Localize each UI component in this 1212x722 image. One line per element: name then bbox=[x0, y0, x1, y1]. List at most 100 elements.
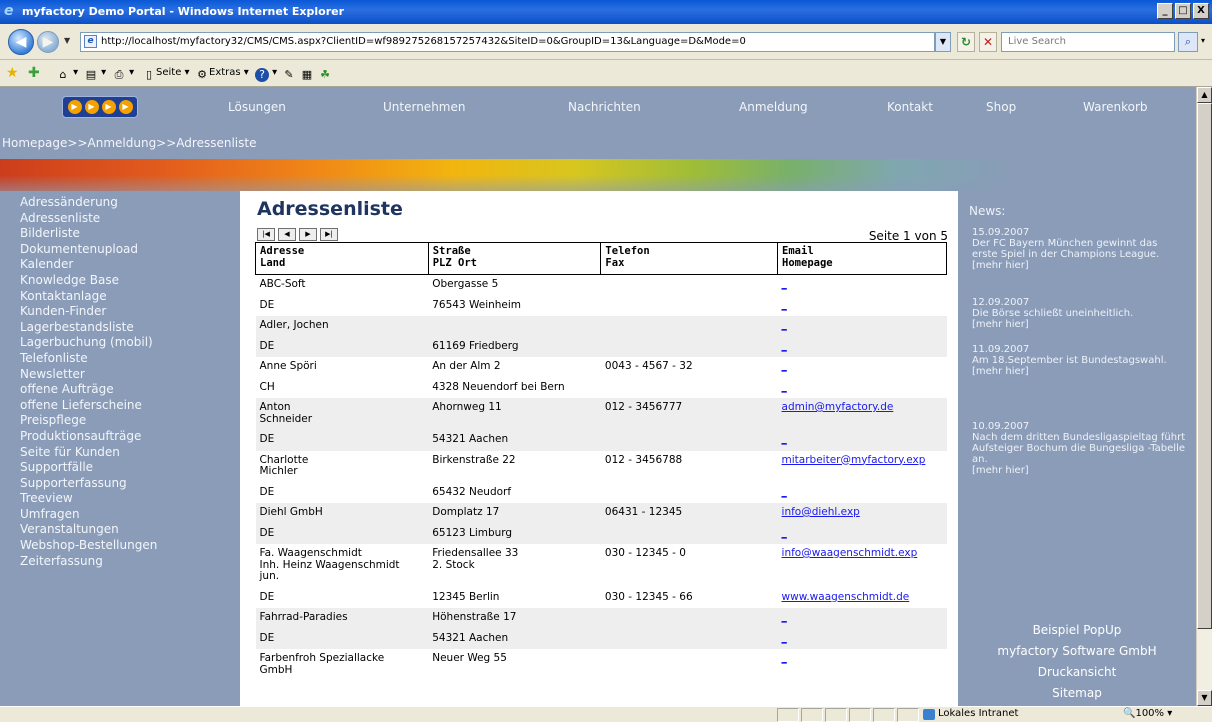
stop-icon[interactable]: ✕ bbox=[979, 32, 997, 52]
sidebar-item-knowledge-base[interactable]: Knowledge Base bbox=[0, 273, 240, 289]
intranet-zone-icon bbox=[923, 709, 935, 720]
myfactory-logo[interactable]: ▶ ▶ ▶ ▶ bbox=[62, 96, 138, 118]
cell-text: Charlotte Michler bbox=[259, 453, 309, 477]
sidebar-item-lagerbuchung[interactable]: Lagerbuchung (mobil) bbox=[0, 335, 240, 351]
sidebar-item-offene-auftraege[interactable]: offene Aufträge bbox=[0, 382, 240, 398]
footer-popup-link[interactable]: Beispiel PopUp bbox=[958, 623, 1196, 637]
help-icon[interactable]: ? ▾ bbox=[255, 67, 277, 82]
breadcrumb[interactable]: Homepage>>Anmeldung>>Adressenliste bbox=[0, 127, 1196, 159]
nav-shop[interactable]: Shop bbox=[986, 100, 1016, 114]
sidebar-item-bilderliste[interactable]: Bilderliste bbox=[0, 226, 240, 242]
page-menu[interactable]: ▯ Seite ▾ bbox=[142, 67, 190, 82]
sidebar-item-webshop-bestellungen[interactable]: Webshop-Bestellungen bbox=[0, 538, 240, 554]
nav-loesungen[interactable]: Lösungen bbox=[228, 100, 286, 114]
search-options-dropdown-icon[interactable]: ▾ bbox=[1198, 32, 1208, 52]
sidebar-item-lagerbestandsliste[interactable]: Lagerbestandsliste bbox=[0, 320, 240, 336]
homepage-link[interactable]: _ bbox=[782, 486, 787, 498]
pager-prev-button[interactable]: ◀ bbox=[278, 228, 296, 241]
sidebar-item-offene-lieferscheine[interactable]: offene Lieferscheine bbox=[0, 398, 240, 414]
messenger-icon[interactable]: ▦ bbox=[300, 67, 314, 82]
sidebar-item-adressaenderung[interactable]: Adressänderung bbox=[0, 195, 240, 211]
maximize-button[interactable]: □ bbox=[1175, 3, 1191, 19]
sidebar-item-seite-fuer-kunden[interactable]: Seite für Kunden bbox=[0, 445, 240, 461]
home-icon[interactable]: ⌂ ▾ bbox=[56, 67, 79, 82]
url-input[interactable]: e http://localhost/myfactory32/CMS/CMS.a… bbox=[80, 32, 935, 52]
addon-icon[interactable]: ☘ bbox=[318, 67, 332, 82]
cell-text: DE bbox=[259, 298, 275, 311]
homepage-link[interactable]: _ bbox=[782, 340, 787, 352]
email-link[interactable]: info@waagenschmidt.exp bbox=[782, 547, 918, 559]
email-link[interactable]: admin@myfactory.de bbox=[782, 401, 894, 413]
email-link[interactable]: _ bbox=[782, 278, 787, 290]
pager-first-button[interactable]: |◀ bbox=[257, 228, 275, 241]
sidebar-item-preispflege[interactable]: Preispflege bbox=[0, 413, 240, 429]
news-more-link[interactable]: [mehr hier] bbox=[972, 465, 1186, 476]
news-more-link[interactable]: [mehr hier] bbox=[972, 366, 1186, 377]
sidebar-item-veranstaltungen[interactable]: Veranstaltungen bbox=[0, 522, 240, 538]
history-dropdown-icon[interactable]: ▼ bbox=[64, 36, 70, 45]
sidebar-item-supportfaelle[interactable]: Supportfälle bbox=[0, 460, 240, 476]
sidebar-item-newsletter[interactable]: Newsletter bbox=[0, 367, 240, 383]
email-link[interactable]: _ bbox=[782, 652, 787, 664]
nav-warenkorb[interactable]: Warenkorb bbox=[1083, 100, 1148, 114]
nav-nachrichten[interactable]: Nachrichten bbox=[568, 100, 641, 114]
nav-kontakt[interactable]: Kontakt bbox=[887, 100, 933, 114]
feeds-icon[interactable]: ▤ ▾ bbox=[84, 67, 106, 82]
sidebar-item-kalender[interactable]: Kalender bbox=[0, 257, 240, 273]
search-input[interactable]: Live Search bbox=[1001, 32, 1175, 52]
sidebar-item-kontaktanlage[interactable]: Kontaktanlage bbox=[0, 289, 240, 305]
sidebar-item-dokumentenupload[interactable]: Dokumentenupload bbox=[0, 242, 240, 258]
homepage-link[interactable]: _ bbox=[782, 381, 787, 393]
email-link[interactable]: _ bbox=[782, 611, 787, 623]
nav-unternehmen[interactable]: Unternehmen bbox=[383, 100, 465, 114]
zoom-control[interactable]: 🔍100% ▾ bbox=[1120, 708, 1172, 722]
favorites-star-icon[interactable]: ★ bbox=[6, 65, 19, 81]
email-link[interactable]: info@diehl.exp bbox=[782, 506, 860, 518]
nav-anmeldung[interactable]: Anmeldung bbox=[739, 100, 808, 114]
news-more-link[interactable]: [mehr hier] bbox=[972, 319, 1186, 330]
homepage-link[interactable]: _ bbox=[782, 527, 787, 539]
close-button[interactable]: X bbox=[1193, 3, 1209, 19]
back-button[interactable]: ◀ bbox=[8, 29, 34, 55]
security-zone[interactable]: Lokales Intranet bbox=[920, 708, 1100, 722]
footer-company-link[interactable]: myfactory Software GmbH bbox=[958, 644, 1196, 658]
footer-print-link[interactable]: Druckansicht bbox=[958, 665, 1196, 679]
forward-button[interactable]: ▶ bbox=[37, 31, 59, 53]
homepage-link[interactable]: www.waagenschmidt.de bbox=[782, 591, 910, 603]
url-dropdown-button[interactable]: ▼ bbox=[935, 32, 951, 52]
news-more-link[interactable]: [mehr hier] bbox=[972, 260, 1186, 271]
pager-next-button[interactable]: ▶ bbox=[299, 228, 317, 241]
sidebar-item-umfragen[interactable]: Umfragen bbox=[0, 507, 240, 523]
scroll-up-icon[interactable]: ▲ bbox=[1197, 87, 1212, 103]
scroll-thumb[interactable] bbox=[1197, 103, 1212, 629]
refresh-icon[interactable]: ↻ bbox=[957, 32, 975, 52]
table-row: DE 61169 Friedberg _ bbox=[255, 335, 947, 357]
add-favorites-icon[interactable]: ✚ bbox=[28, 65, 40, 81]
search-icon[interactable]: ⌕ bbox=[1178, 32, 1198, 52]
table-cell: DE bbox=[256, 482, 429, 504]
footer-sitemap-link[interactable]: Sitemap bbox=[958, 686, 1196, 700]
extras-menu[interactable]: ⚙ Extras ▾ bbox=[195, 67, 249, 82]
sidebar-item-zeiterfassung[interactable]: Zeiterfassung bbox=[0, 554, 240, 570]
homepage-link[interactable]: _ bbox=[782, 299, 787, 311]
sidebar-item-supporterfassung[interactable]: Supporterfassung bbox=[0, 476, 240, 492]
cell-text: Anne Spöri bbox=[259, 360, 317, 372]
print-icon[interactable]: ⎙ ▾ bbox=[112, 67, 135, 82]
email-link[interactable]: mitarbeiter@myfactory.exp bbox=[782, 454, 926, 466]
pager-last-button[interactable]: ▶| bbox=[320, 228, 338, 241]
minimize-button[interactable]: _ bbox=[1157, 3, 1173, 19]
vertical-scrollbar[interactable]: ▲ ▼ bbox=[1196, 87, 1212, 706]
cell-text: Höhenstraße 17 bbox=[432, 611, 517, 623]
sidebar-item-telefonliste[interactable]: Telefonliste bbox=[0, 351, 240, 367]
sidebar-item-adressenliste[interactable]: Adressenliste bbox=[0, 211, 240, 227]
homepage-link[interactable]: _ bbox=[782, 433, 787, 445]
sidebar-item-produktionsauftraege[interactable]: Produktionsaufträge bbox=[0, 429, 240, 445]
scroll-down-icon[interactable]: ▼ bbox=[1197, 690, 1212, 706]
email-link[interactable]: _ bbox=[782, 360, 787, 372]
sidebar-item-treeview[interactable]: Treeview bbox=[0, 491, 240, 507]
homepage-link[interactable]: _ bbox=[782, 632, 787, 644]
email-link[interactable]: _ bbox=[782, 319, 787, 331]
table-cell: _ bbox=[778, 377, 947, 399]
research-icon[interactable]: ✎ bbox=[282, 67, 296, 82]
sidebar-item-kunden-finder[interactable]: Kunden-Finder bbox=[0, 304, 240, 320]
